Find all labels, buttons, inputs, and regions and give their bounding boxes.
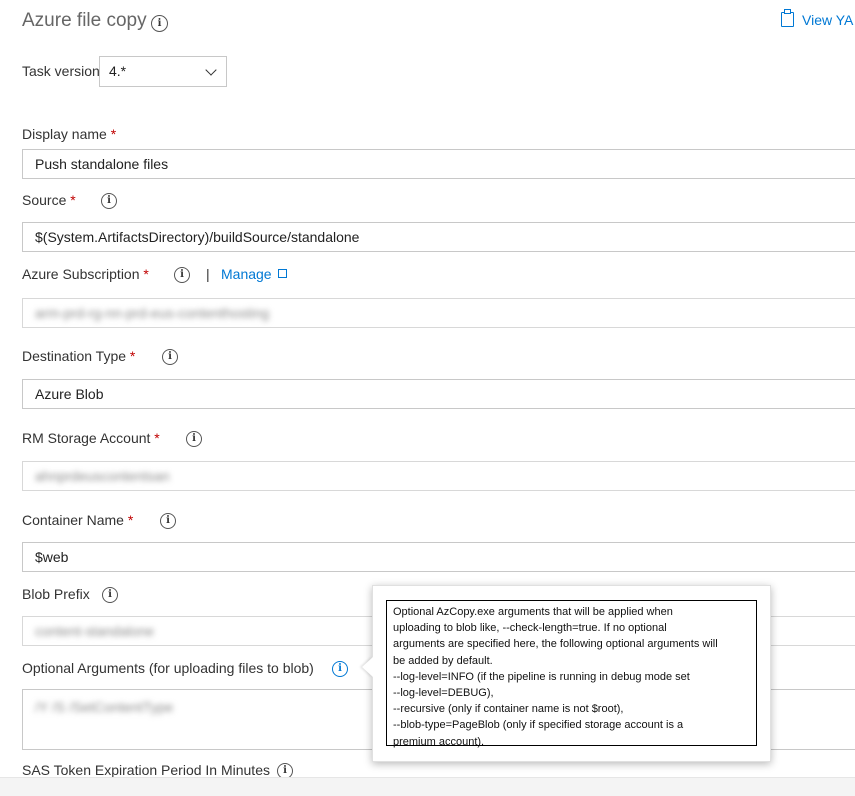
manage-link[interactable]: Manage [221,266,287,282]
rm-storage-account-select[interactable]: ahnprdeuscontentsan [22,461,855,491]
source-label: Source * [22,192,76,208]
sas-token-label: SAS Token Expiration Period In Minutes [22,762,270,778]
clipboard-icon [781,9,794,27]
azure-subscription-label: Azure Subscription * [22,266,149,282]
container-name-value: $web [35,549,69,565]
page-title: Azure file copy [22,10,147,31]
required-mark: * [129,348,136,364]
source-value: $(System.ArtifactsDirectory)/buildSource… [35,229,360,245]
info-icon[interactable]: i [332,661,348,677]
required-mark: * [110,126,117,142]
tooltip-content: Optional AzCopy.exe arguments that will … [386,600,757,748]
container-name-label: Container Name * [22,512,134,528]
tooltip-line: Optional AzCopy.exe arguments that will … [393,606,673,618]
tooltip-line: --recursive (only if container name is n… [393,703,624,716]
tooltip-arrow [362,657,373,677]
tooltip-line: --log-level=INFO (if the pipeline is run… [393,670,690,683]
destination-type-value: Azure Blob [35,386,104,402]
tooltip-line: --log-level=DEBUG), [393,687,494,700]
rm-storage-account-label: RM Storage Account * [22,430,160,446]
rm-storage-account-value: ahnprdeuscontentsan [35,468,170,484]
task-version-value: 4.* [109,63,127,79]
blob-prefix-label: Blob Prefix [22,586,90,602]
separator: | [206,266,210,282]
bottom-bar [0,777,855,796]
info-icon[interactable]: i [101,193,117,209]
task-version-select[interactable]: 4.* [99,56,227,87]
display-name-value: Push standalone files [35,156,169,172]
info-icon[interactable]: i [186,431,202,447]
tooltip-line: premium account). [393,735,485,748]
required-mark: * [70,192,76,208]
required-mark: * [127,512,134,528]
chevron-down-icon [205,64,217,76]
optional-arguments-label: Optional Arguments (for uploading files … [22,660,314,676]
required-mark: * [143,266,149,282]
tooltip-line: uploading to blob like, --check-length=t… [393,622,667,635]
display-name-input[interactable]: Push standalone files [22,149,855,179]
external-link-icon [277,269,287,278]
info-icon[interactable]: i [162,349,178,365]
tooltip-line: arguments are specified here, the follow… [393,638,718,651]
container-name-input[interactable]: $web [22,542,855,572]
view-yaml-link[interactable]: View YA [781,9,854,28]
info-icon[interactable]: i [151,15,168,32]
tooltip-line: --blob-type=PageBlob (only if specified … [393,719,684,732]
optional-arguments-value: /Y /S /SetContentType [35,699,174,715]
source-input[interactable]: $(System.ArtifactsDirectory)/buildSource… [22,222,855,252]
info-icon[interactable]: i [160,513,176,529]
blob-prefix-value: content-standalone [35,623,155,639]
display-name-label: Display name * [22,126,117,142]
manage-label: Manage [221,266,272,282]
info-icon[interactable]: i [174,267,190,283]
info-icon[interactable]: i [102,587,118,603]
view-yaml-label: View YA [802,12,854,28]
required-mark: * [154,430,160,446]
azure-subscription-select[interactable]: arm-prd-rg-nn-prd-eus-contenthosting [22,298,855,328]
task-version-label: Task version [22,63,100,79]
tooltip-line: be added by default. [393,654,493,667]
destination-type-select[interactable]: Azure Blob [22,379,855,409]
azure-subscription-value: arm-prd-rg-nn-prd-eus-contenthosting [35,305,270,321]
destination-type-label: Destination Type * [22,348,136,364]
